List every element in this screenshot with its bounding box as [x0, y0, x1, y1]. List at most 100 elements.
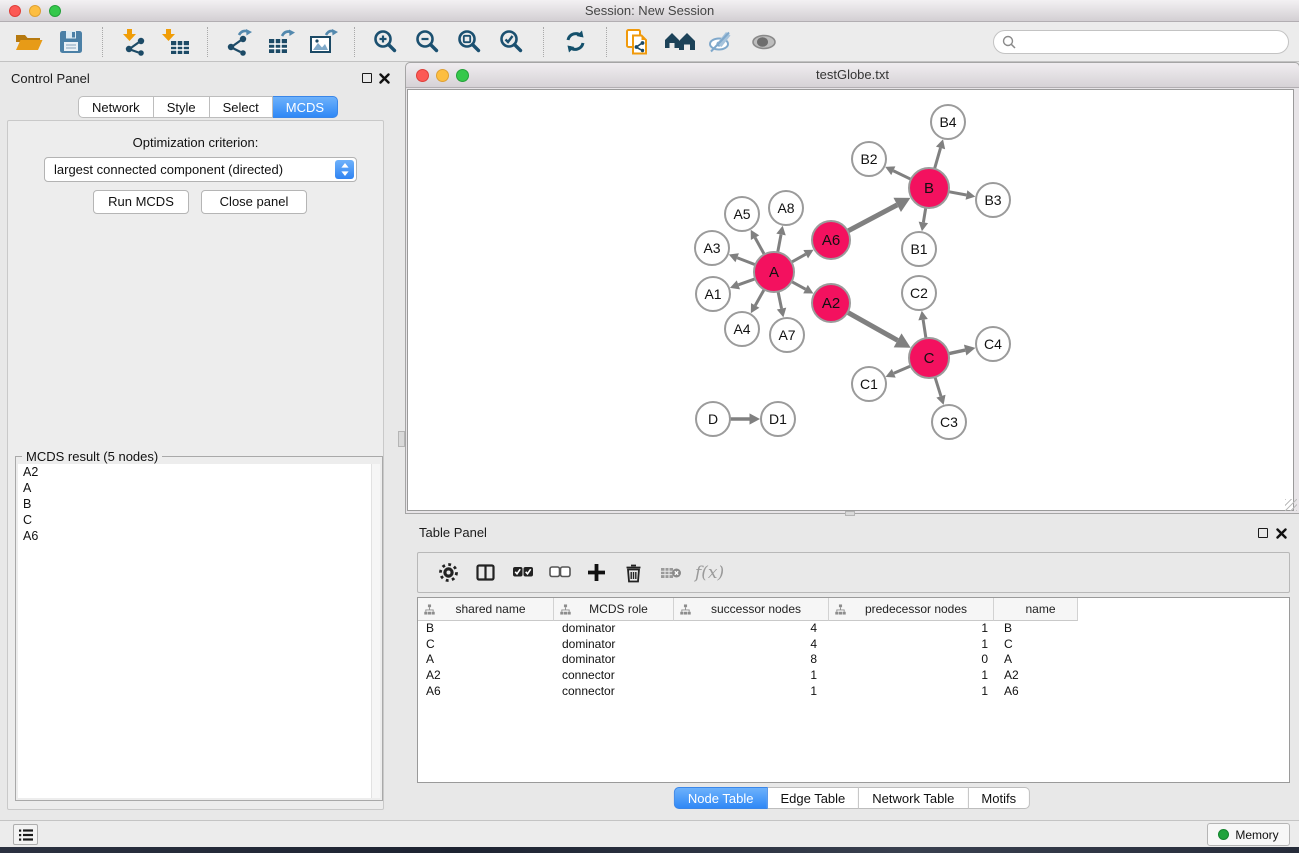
- network-window-titlebar[interactable]: testGlobe.txt: [406, 63, 1299, 88]
- table-row-A6[interactable]: A6connector11A6: [418, 684, 1289, 700]
- close-panel-icon[interactable]: [379, 73, 390, 84]
- criterion-select[interactable]: largest connected component (directed): [44, 157, 357, 182]
- minimize-network-button[interactable]: [436, 69, 449, 82]
- float-panel-icon[interactable]: [362, 73, 372, 83]
- zoom-network-button[interactable]: [456, 69, 469, 82]
- show-graphics-details-button[interactable]: [748, 26, 780, 58]
- zoom-window-button[interactable]: [49, 5, 61, 17]
- tab-style[interactable]: Style: [154, 96, 210, 118]
- tab-edge-table[interactable]: Edge Table: [767, 787, 859, 809]
- table-row-A2[interactable]: A2connector11A2: [418, 668, 1289, 684]
- edge-B-B2[interactable]: [885, 166, 911, 179]
- search-input[interactable]: [1021, 35, 1288, 50]
- function-builder-button[interactable]: f(x): [695, 563, 724, 583]
- run-mcds-button[interactable]: Run MCDS: [93, 190, 189, 214]
- zoom-in-button[interactable]: [370, 26, 402, 58]
- tab-select[interactable]: Select: [210, 96, 273, 118]
- mcds-result-list[interactable]: A2ABCA6: [18, 464, 380, 798]
- edge-A-A1[interactable]: [730, 279, 755, 290]
- graph-node-A4[interactable]: A4: [725, 312, 759, 346]
- graph-node-A2[interactable]: A2: [812, 284, 850, 322]
- table-row-A[interactable]: Adominator80A: [418, 652, 1289, 668]
- graph-node-B[interactable]: B: [909, 168, 949, 208]
- edge-A-A4[interactable]: [751, 289, 764, 313]
- close-panel-button[interactable]: Close panel: [201, 190, 307, 214]
- network-canvas[interactable]: AA1A2A3A4A5A6A7A8BB1B2B3B4CC1C2C3C4DD1: [407, 89, 1294, 511]
- edge-A-A3[interactable]: [729, 253, 756, 265]
- graph-node-C2[interactable]: C2: [902, 276, 936, 310]
- delete-column-button[interactable]: [622, 561, 646, 585]
- tab-node-table[interactable]: Node Table: [674, 787, 768, 809]
- edge-A6-B[interactable]: [848, 198, 911, 231]
- graph-node-C[interactable]: C: [909, 338, 949, 378]
- graph-node-A8[interactable]: A8: [769, 191, 803, 225]
- close-window-button[interactable]: [9, 5, 21, 17]
- graph-node-A[interactable]: A: [754, 252, 794, 292]
- graph-node-A5[interactable]: A5: [725, 197, 759, 231]
- splitter-handle-horizontal[interactable]: [845, 511, 855, 516]
- tab-motifs[interactable]: Motifs: [968, 787, 1030, 809]
- edge-B-B4[interactable]: [935, 139, 946, 168]
- hide-annotations-button[interactable]: [706, 26, 738, 58]
- mcds-list-scrollbar[interactable]: [371, 464, 380, 798]
- edge-A-A5[interactable]: [751, 230, 765, 255]
- save-session-button[interactable]: [55, 26, 87, 58]
- import-network-button[interactable]: [118, 26, 150, 58]
- deselect-all-rows-button[interactable]: [548, 561, 572, 585]
- edge-A2-C[interactable]: [848, 312, 911, 347]
- graph-node-B3[interactable]: B3: [976, 183, 1010, 217]
- column-header-MCDS-role[interactable]: MCDS role: [554, 598, 674, 621]
- export-network-button[interactable]: [223, 26, 255, 58]
- column-header-name[interactable]: name: [994, 598, 1078, 621]
- tab-mcds[interactable]: MCDS: [273, 96, 338, 118]
- network-graph[interactable]: AA1A2A3A4A5A6A7A8BB1B2B3B4CC1C2C3C4DD1: [408, 90, 1293, 510]
- column-visibility-button[interactable]: [474, 561, 498, 585]
- add-column-button[interactable]: [585, 561, 609, 585]
- edge-A-A6[interactable]: [791, 250, 813, 262]
- graph-node-A7[interactable]: A7: [770, 318, 804, 352]
- export-image-button[interactable]: [307, 26, 339, 58]
- edge-A-A2[interactable]: [792, 282, 814, 294]
- minimize-window-button[interactable]: [29, 5, 41, 17]
- graph-node-A3[interactable]: A3: [695, 231, 729, 265]
- tab-network[interactable]: Network: [78, 96, 154, 118]
- graph-node-A6[interactable]: A6: [812, 221, 850, 259]
- duplicate-network-button[interactable]: [622, 26, 654, 58]
- graph-node-B1[interactable]: B1: [902, 232, 936, 266]
- edge-B-B1[interactable]: [919, 208, 928, 232]
- close-network-button[interactable]: [416, 69, 429, 82]
- edge-C-C2[interactable]: [918, 311, 927, 338]
- column-header-successor-nodes[interactable]: successor nodes: [674, 598, 829, 621]
- float-table-panel-icon[interactable]: [1258, 528, 1268, 538]
- graph-node-C3[interactable]: C3: [932, 405, 966, 439]
- edge-C-C4[interactable]: [949, 345, 976, 356]
- edge-D-D1[interactable]: [730, 413, 760, 424]
- column-header-shared-name[interactable]: shared name: [418, 598, 554, 621]
- refresh-view-button[interactable]: [559, 26, 591, 58]
- graph-node-C1[interactable]: C1: [852, 367, 886, 401]
- select-all-rows-button[interactable]: [511, 561, 535, 585]
- table-settings-button[interactable]: [437, 561, 461, 585]
- edge-A-A7[interactable]: [777, 292, 786, 318]
- column-header-predecessor-nodes[interactable]: predecessor nodes: [829, 598, 994, 621]
- edge-C-C3[interactable]: [935, 377, 946, 405]
- zoom-out-button[interactable]: [412, 26, 444, 58]
- graph-node-B2[interactable]: B2: [852, 142, 886, 176]
- resize-grip-icon[interactable]: [1285, 499, 1297, 511]
- delete-table-button[interactable]: [659, 561, 683, 585]
- edge-A-A8[interactable]: [776, 226, 785, 253]
- home-networks-button[interactable]: [664, 26, 696, 58]
- splitter-handle-vertical[interactable]: [398, 431, 405, 447]
- task-history-button[interactable]: [13, 824, 38, 845]
- graph-node-D1[interactable]: D1: [761, 402, 795, 436]
- zoom-fit-button[interactable]: [454, 26, 486, 58]
- export-table-button[interactable]: [265, 26, 297, 58]
- graph-node-C4[interactable]: C4: [976, 327, 1010, 361]
- close-table-panel-icon[interactable]: [1276, 528, 1287, 539]
- import-table-button[interactable]: [160, 26, 192, 58]
- table-row-C[interactable]: Cdominator41C: [418, 637, 1289, 653]
- memory-button[interactable]: Memory: [1207, 823, 1290, 846]
- graph-node-D[interactable]: D: [696, 402, 730, 436]
- edge-B-B3[interactable]: [949, 190, 976, 199]
- table-row-B[interactable]: Bdominator41B: [418, 621, 1289, 637]
